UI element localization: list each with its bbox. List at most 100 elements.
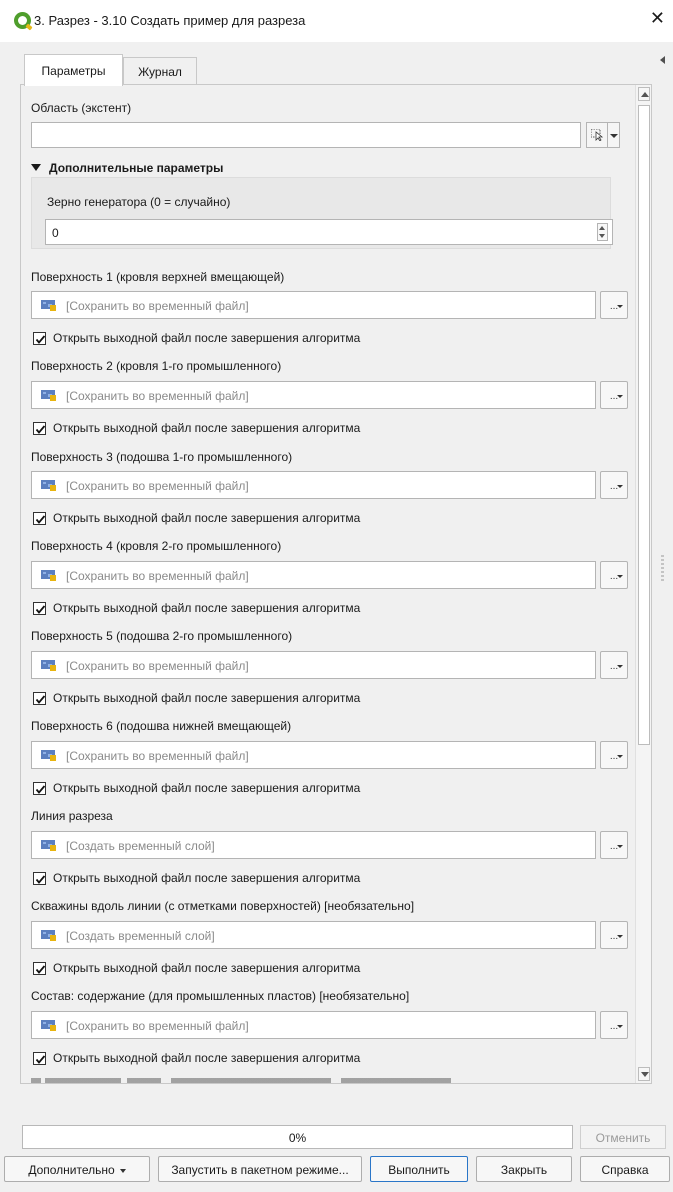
output-label: Состав: содержание (для промышленных пла…	[31, 989, 410, 1003]
output-file-input[interactable]: [Сохранить во временный файл]	[31, 561, 596, 589]
browse-button[interactable]: ...	[600, 831, 628, 859]
output-file-input[interactable]: [Сохранить во временный файл]	[31, 291, 596, 319]
output-file-input[interactable]: [Сохранить во временный файл]	[31, 741, 596, 769]
extent-label: Область (экстент)	[31, 101, 132, 115]
browse-button[interactable]: ...	[600, 381, 628, 409]
spin-arrows-icon[interactable]	[597, 223, 608, 241]
output-placeholder: [Сохранить во временный файл]	[66, 479, 249, 493]
output-row: [Сохранить во временный файл] ...	[31, 1011, 635, 1039]
open-output-checkbox[interactable]	[33, 872, 46, 885]
output-row: [Сохранить во временный файл] ...	[31, 561, 635, 589]
output-placeholder: [Создать временный слой]	[66, 839, 215, 853]
browse-button[interactable]: ...	[600, 561, 628, 589]
output-label: Поверхность 4 (кровля 2-го промышленного…	[31, 539, 282, 553]
progress-bar: 0%	[22, 1125, 573, 1149]
open-output-checkbox[interactable]	[33, 692, 46, 705]
parameters-panel: Область (экстент) Дополнительные парамет…	[20, 84, 652, 1084]
scrollbar-thumb[interactable]	[638, 105, 650, 745]
browse-button[interactable]: ...	[600, 1011, 628, 1039]
help-button[interactable]: Справка	[580, 1156, 670, 1182]
output-label: Линия разреза	[31, 809, 113, 823]
open-output-checkbox[interactable]	[33, 602, 46, 615]
output-row: [Сохранить во временный файл] ...	[31, 471, 635, 499]
output-file-input[interactable]: [Создать временный слой]	[31, 831, 596, 859]
raster-layer-icon	[41, 300, 56, 311]
scroll-down-arrow-icon[interactable]	[638, 1067, 650, 1081]
seed-spinbox[interactable]: 0	[45, 219, 613, 245]
vector-layer-icon	[41, 840, 56, 851]
seed-value: 0	[52, 226, 59, 240]
close-window-button[interactable]: ✕	[650, 9, 665, 27]
tab-parameters[interactable]: Параметры	[24, 54, 123, 86]
expand-triangle-icon[interactable]	[31, 164, 41, 171]
open-output-label: Открыть выходной файл после завершения а…	[53, 331, 361, 345]
output-file-input[interactable]: [Сохранить во временный файл]	[31, 471, 596, 499]
scroll-up-arrow-icon[interactable]	[638, 87, 650, 101]
extent-dropdown-button[interactable]	[608, 122, 620, 148]
vertical-scrollbar[interactable]	[635, 85, 651, 1083]
open-output-label: Открыть выходной файл после завершения а…	[53, 871, 361, 885]
browse-button[interactable]: ...	[600, 651, 628, 679]
output-row: [Сохранить во временный файл] ...	[31, 381, 635, 409]
resize-grip-icon[interactable]	[661, 555, 664, 581]
clipped-next-label	[31, 1078, 451, 1083]
open-output-label: Открыть выходной файл после завершения а…	[53, 1051, 361, 1065]
output-label: Поверхность 3 (подошва 1-го промышленног…	[31, 450, 293, 464]
close-button[interactable]: Закрыть	[476, 1156, 572, 1182]
output-label: Поверхность 6 (подошва нижней вмещающей)	[31, 719, 292, 733]
raster-layer-icon	[41, 660, 56, 671]
advanced-params-header[interactable]: Дополнительные параметры	[49, 161, 223, 175]
raster-layer-icon	[41, 1020, 56, 1031]
window-title: 3. Разрез - 3.10 Создать пример для разр…	[34, 13, 306, 28]
open-output-label: Открыть выходной файл после завершения а…	[53, 601, 361, 615]
qgis-logo-icon	[14, 12, 31, 29]
map-select-icon	[591, 129, 604, 141]
open-output-label: Открыть выходной файл после завершения а…	[53, 961, 361, 975]
browse-button[interactable]: ...	[600, 471, 628, 499]
cancel-button[interactable]: Отменить	[580, 1125, 666, 1149]
browse-button[interactable]: ...	[600, 291, 628, 319]
output-placeholder: [Создать временный слой]	[66, 929, 215, 943]
open-output-checkbox[interactable]	[33, 332, 46, 345]
raster-layer-icon	[41, 480, 56, 491]
output-placeholder: [Сохранить во временный файл]	[66, 569, 249, 583]
open-output-checkbox[interactable]	[33, 782, 46, 795]
open-output-checkbox[interactable]	[33, 962, 46, 975]
collapse-panel-icon[interactable]	[660, 56, 665, 64]
run-button[interactable]: Выполнить	[370, 1156, 468, 1182]
tab-log[interactable]: Журнал	[123, 57, 197, 84]
chevron-down-icon	[119, 1168, 126, 1173]
output-row: [Сохранить во временный файл] ...	[31, 291, 635, 319]
open-output-label: Открыть выходной файл после завершения а…	[53, 691, 361, 705]
raster-layer-icon	[41, 390, 56, 401]
output-placeholder: [Сохранить во временный файл]	[66, 1019, 249, 1033]
output-row: [Сохранить во временный файл] ...	[31, 651, 635, 679]
output-file-input[interactable]: [Сохранить во временный файл]	[31, 651, 596, 679]
seed-label: Зерно генератора (0 = случайно)	[47, 195, 231, 209]
output-file-input[interactable]: [Создать временный слой]	[31, 921, 596, 949]
output-label: Поверхность 2 (кровля 1-го промышленного…	[31, 359, 282, 373]
advanced-button[interactable]: Дополнительно	[4, 1156, 150, 1182]
select-extent-button[interactable]	[586, 122, 608, 148]
output-file-input[interactable]: [Сохранить во временный файл]	[31, 381, 596, 409]
output-row: [Сохранить во временный файл] ...	[31, 741, 635, 769]
output-label: Поверхность 5 (подошва 2-го промышленног…	[31, 629, 293, 643]
open-output-checkbox[interactable]	[33, 1052, 46, 1065]
browse-button[interactable]: ...	[600, 921, 628, 949]
output-placeholder: [Сохранить во временный файл]	[66, 299, 249, 313]
output-file-input[interactable]: [Сохранить во временный файл]	[31, 1011, 596, 1039]
output-label: Поверхность 1 (кровля верхней вмещающей)	[31, 270, 285, 284]
run-batch-button[interactable]: Запустить в пакетном режиме...	[158, 1156, 362, 1182]
output-row: [Создать временный слой] ...	[31, 921, 635, 949]
title-bar: 3. Разрез - 3.10 Создать пример для разр…	[0, 0, 673, 42]
output-label: Скважины вдоль линии (с отметками поверх…	[31, 899, 415, 913]
browse-button[interactable]: ...	[600, 741, 628, 769]
extent-input[interactable]	[31, 122, 581, 148]
open-output-checkbox[interactable]	[33, 512, 46, 525]
open-output-checkbox[interactable]	[33, 422, 46, 435]
output-placeholder: [Сохранить во временный файл]	[66, 749, 249, 763]
open-output-label: Открыть выходной файл после завершения а…	[53, 781, 361, 795]
open-output-label: Открыть выходной файл после завершения а…	[53, 421, 361, 435]
output-placeholder: [Сохранить во временный файл]	[66, 659, 249, 673]
raster-layer-icon	[41, 570, 56, 581]
